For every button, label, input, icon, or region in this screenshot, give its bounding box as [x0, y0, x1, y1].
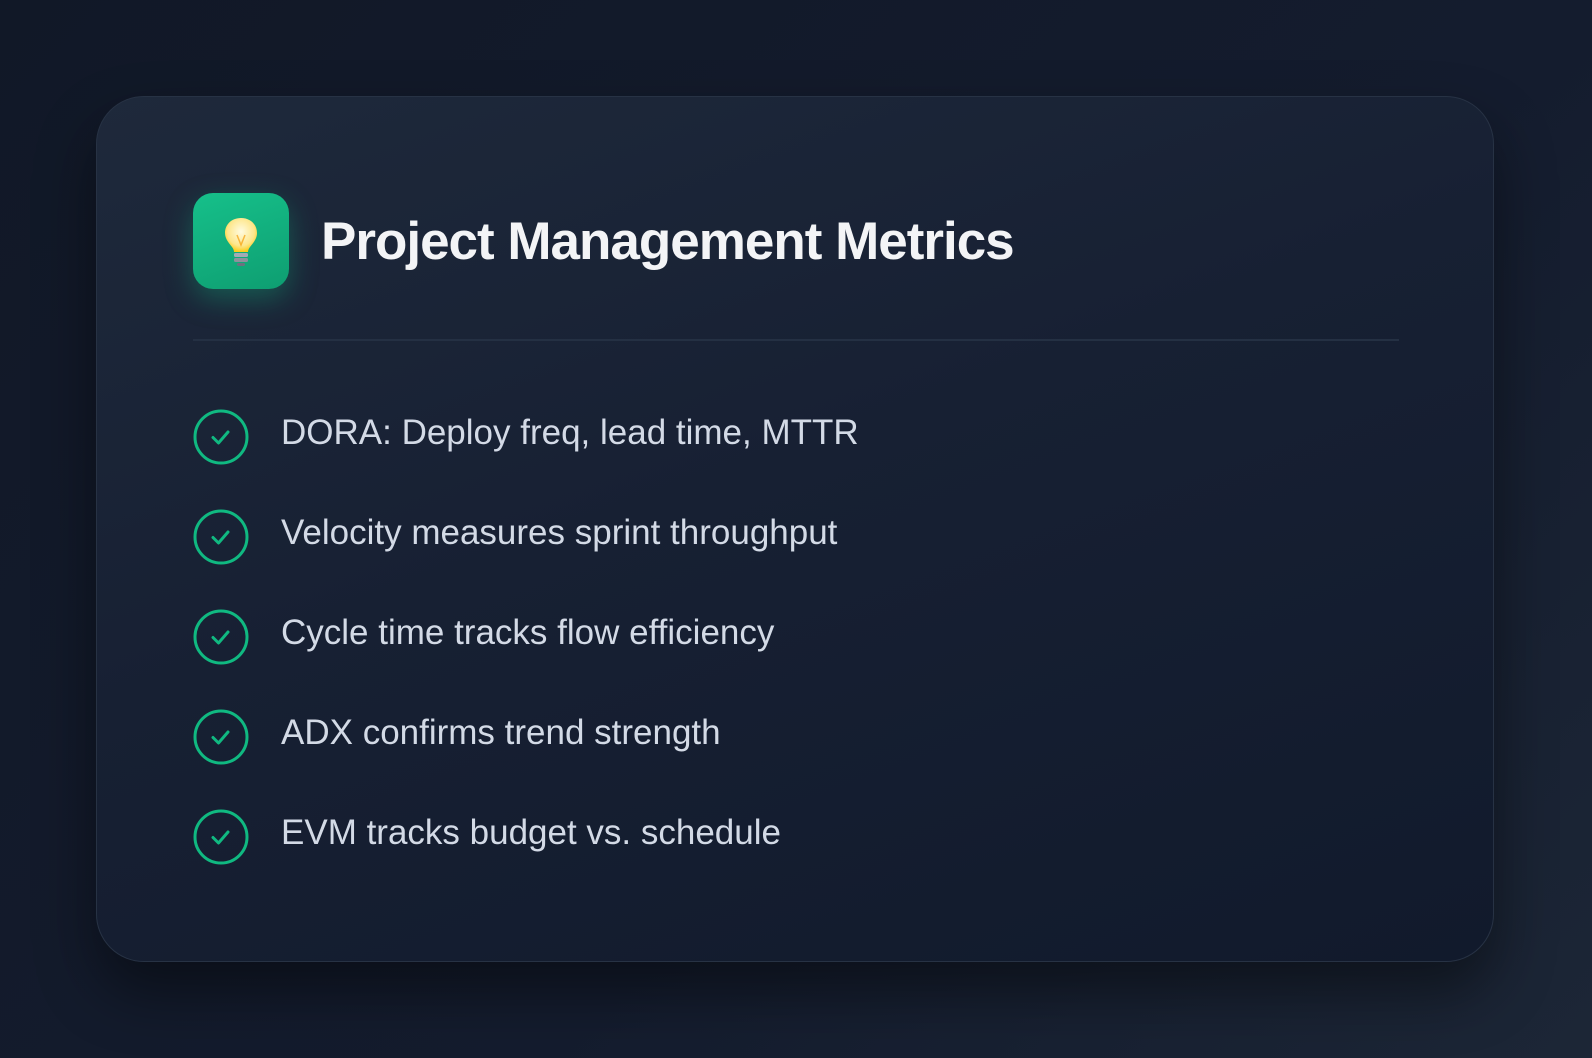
- list-item-text: Velocity measures sprint throughput: [281, 513, 838, 552]
- check-circle-icon: [193, 609, 249, 665]
- list-item: Velocity measures sprint throughput: [193, 509, 859, 565]
- check-circle-icon: [193, 409, 249, 465]
- list-item-text: Cycle time tracks flow efficiency: [281, 613, 775, 652]
- list-item-text: DORA: Deploy freq, lead time, MTTR: [281, 413, 859, 452]
- check-circle-icon: [193, 509, 249, 565]
- lightbulb-icon: [225, 218, 257, 266]
- check-circle-icon: [193, 709, 249, 765]
- list-item: EVM tracks budget vs. schedule: [193, 809, 859, 865]
- list-item: ADX confirms trend strength: [193, 709, 859, 765]
- metrics-list: DORA: Deploy freq, lead time, MTTR Veloc…: [193, 409, 859, 865]
- list-item-text: EVM tracks budget vs. schedule: [281, 813, 781, 852]
- card-title: Project Management Metrics: [321, 211, 1015, 271]
- list-item-text: ADX confirms trend strength: [281, 713, 721, 752]
- card-header: Project Management Metrics: [193, 193, 1015, 289]
- list-item: DORA: Deploy freq, lead time, MTTR: [193, 409, 859, 465]
- logo-badge: [193, 193, 289, 289]
- metrics-card: Project Management Metrics DORA: Deploy …: [96, 96, 1494, 962]
- check-circle-icon: [193, 809, 249, 865]
- list-item: Cycle time tracks flow efficiency: [193, 609, 859, 665]
- header-divider: [193, 339, 1399, 341]
